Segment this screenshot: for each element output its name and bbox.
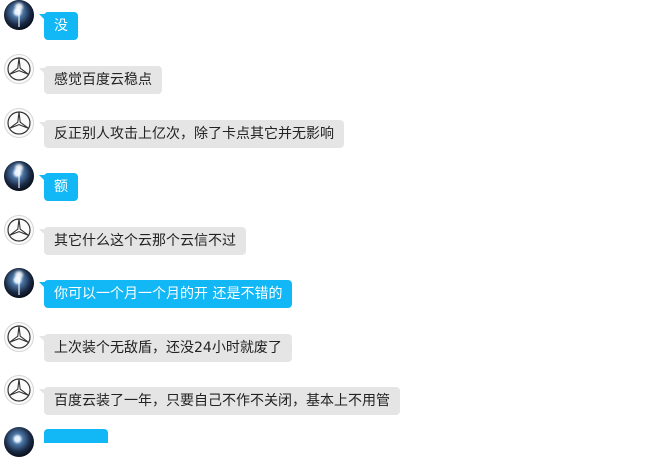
space-light-avatar-icon[interactable]: [4, 0, 34, 30]
message-bubble[interactable]: 百度云装了一年，只要自己不作不关闭，基本上不用管: [44, 387, 400, 415]
space-light-avatar-icon[interactable]: [4, 161, 34, 191]
message-bubble-partial[interactable]: [44, 429, 108, 443]
mercedes-star-avatar-icon[interactable]: [4, 54, 34, 84]
message-self: 额: [0, 161, 667, 211]
mercedes-star-avatar-icon[interactable]: [4, 108, 34, 138]
message-other: 感觉百度云稳点: [0, 54, 667, 104]
message-bubble[interactable]: 反正别人攻击上亿次，除了卡点其它并无影响: [44, 120, 344, 148]
message-bubble[interactable]: 你可以一个月一个月的开 还是不错的: [44, 280, 293, 308]
message-other: 上次装个无敌盾，还没24小时就废了: [0, 322, 667, 372]
message-other: 百度云装了一年，只要自己不作不关闭，基本上不用管: [0, 375, 667, 425]
space-light-avatar-icon[interactable]: [4, 268, 34, 298]
message-bubble[interactable]: 上次装个无敌盾，还没24小时就废了: [44, 334, 292, 362]
mercedes-star-avatar-icon[interactable]: [4, 322, 34, 352]
mercedes-star-avatar-icon[interactable]: [4, 375, 34, 405]
message-self: 没: [0, 0, 667, 50]
message-bubble[interactable]: 其它什么这个云那个云信不过: [44, 227, 246, 255]
message-other: 反正别人攻击上亿次，除了卡点其它并无影响: [0, 108, 667, 158]
message-bubble[interactable]: 没: [44, 12, 78, 40]
mercedes-star-avatar-icon[interactable]: [4, 215, 34, 245]
message-self: 你可以一个月一个月的开 还是不错的: [0, 268, 667, 318]
space-light-avatar-icon[interactable]: [4, 427, 34, 457]
message-bubble[interactable]: 额: [44, 173, 78, 201]
chat-message-list: 没 感觉百度云稳点 反正别人攻击上亿次，除了卡点其它并无影响 额 其它什么这个云…: [0, 0, 667, 457]
message-other: 其它什么这个云那个云信不过: [0, 215, 667, 265]
message-bubble[interactable]: 感觉百度云稳点: [44, 66, 162, 94]
